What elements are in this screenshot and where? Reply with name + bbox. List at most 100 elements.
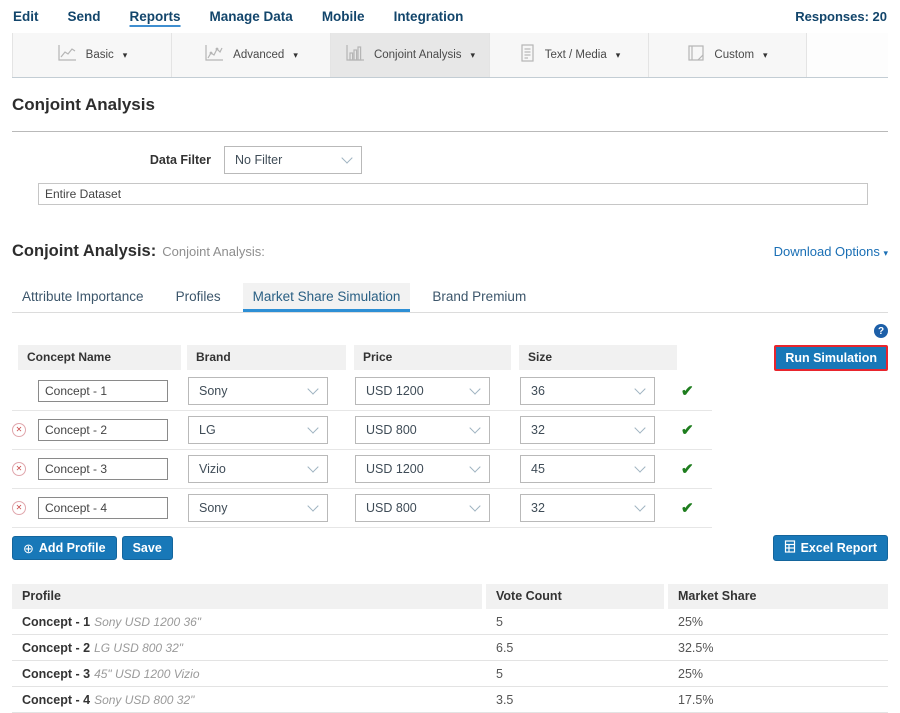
brand-select[interactable]: LG	[188, 416, 328, 444]
tab-brand-premium[interactable]: Brand Premium	[422, 283, 536, 312]
price-select[interactable]: USD 1200	[355, 455, 490, 483]
section-title: Conjoint Analysis:	[12, 242, 156, 261]
help-row: ?	[12, 324, 888, 338]
tab-market-share-simulation[interactable]: Market Share Simulation	[243, 283, 411, 312]
col-market-share: Market Share	[668, 584, 888, 609]
concept-name-input[interactable]	[38, 458, 168, 480]
responses-count: Responses: 20	[795, 9, 887, 24]
price-select[interactable]: USD 800	[355, 416, 490, 444]
brand-value: Vizio	[199, 462, 226, 476]
download-options-label: Download Options	[774, 244, 880, 259]
profile-desc: LG USD 800 32"	[94, 641, 183, 655]
results-header: Profile Vote Count Market Share	[12, 584, 888, 609]
chevron-down-icon: ▾	[883, 248, 888, 258]
profile-desc: Sony USD 800 32"	[94, 693, 194, 707]
excel-report-button[interactable]: Excel Report	[773, 535, 888, 561]
tab-profiles[interactable]: Profiles	[166, 283, 231, 312]
nav-mobile[interactable]: Mobile	[322, 9, 365, 24]
brand-select[interactable]: Vizio	[188, 455, 328, 483]
price-select[interactable]: USD 1200	[355, 377, 490, 405]
col-concept-name: Concept Name	[18, 345, 181, 370]
price-value: USD 800	[366, 423, 417, 437]
section-subtitle: Conjoint Analysis:	[162, 244, 265, 259]
size-value: 36	[531, 384, 545, 398]
chevron-down-icon	[469, 461, 480, 472]
toolbar-text-media[interactable]: Text / Media ▾	[489, 33, 648, 77]
vote-count-value: 6.5	[486, 641, 664, 655]
profile-name: Concept - 4	[22, 693, 90, 707]
toolbar-advanced-label: Advanced	[233, 49, 284, 61]
save-button[interactable]: Save	[122, 536, 173, 560]
brand-select[interactable]: Sony	[188, 494, 328, 522]
download-options-link[interactable]: Download Options ▾	[774, 244, 888, 259]
concept-name-input[interactable]	[38, 497, 168, 519]
add-profile-label: Add Profile	[39, 541, 106, 555]
price-select[interactable]: USD 800	[355, 494, 490, 522]
simulation-row: ✕ Vizio USD 1200 45 ✔	[12, 449, 712, 488]
col-brand: Brand	[187, 345, 346, 370]
brand-select[interactable]: Sony	[188, 377, 328, 405]
concept-name-input[interactable]	[38, 419, 168, 441]
chevron-down-icon: ▾	[123, 50, 128, 61]
layout-icon	[687, 44, 705, 67]
document-icon	[518, 44, 536, 67]
help-icon[interactable]: ?	[874, 324, 888, 338]
nav-integration[interactable]: Integration	[394, 9, 464, 24]
chevron-down-icon	[634, 422, 645, 433]
chevron-down-icon: ▾	[471, 50, 476, 61]
toolbar-basic[interactable]: Basic ▾	[12, 33, 171, 77]
data-filter-label: Data Filter	[12, 153, 224, 167]
chevron-down-icon: ▾	[293, 50, 298, 61]
toolbar-custom[interactable]: Custom ▾	[648, 33, 807, 77]
chevron-down-icon	[634, 500, 645, 511]
valid-check-icon: ✔	[681, 382, 694, 400]
valid-check-icon: ✔	[681, 499, 694, 517]
delete-row-icon[interactable]: ✕	[12, 423, 26, 437]
nav-reports[interactable]: Reports	[130, 9, 181, 24]
top-nav: Edit Send Reports Manage Data Mobile Int…	[0, 0, 900, 33]
chevron-down-icon	[634, 461, 645, 472]
size-select[interactable]: 32	[520, 416, 655, 444]
col-price: Price	[354, 345, 511, 370]
concept-name-input[interactable]	[38, 380, 168, 402]
run-simulation-button[interactable]: Run Simulation	[774, 345, 888, 371]
chevron-down-icon	[307, 461, 318, 472]
profile-desc: 45" USD 1200 Vizio	[94, 667, 199, 681]
excel-report-label: Excel Report	[801, 541, 877, 555]
action-buttons-row: ⊕ Add Profile Save Excel Report	[12, 535, 888, 561]
simulation-row: ✕ Sony USD 1200 36 ✔	[12, 371, 712, 410]
nav-edit[interactable]: Edit	[13, 9, 39, 24]
bar-chart-icon	[345, 44, 365, 67]
market-share-value: 32.5%	[668, 641, 888, 655]
toolbar-filler	[807, 33, 888, 77]
results-row: Concept - 4Sony USD 800 32" 3.5 17.5%	[12, 687, 888, 713]
delete-row-icon[interactable]: ✕	[12, 501, 26, 515]
data-filter-select[interactable]: No Filter	[224, 146, 362, 174]
price-value: USD 800	[366, 501, 417, 515]
col-vote-count: Vote Count	[486, 584, 664, 609]
add-profile-button[interactable]: ⊕ Add Profile	[12, 536, 117, 560]
price-value: USD 1200	[366, 384, 424, 398]
size-select[interactable]: 32	[520, 494, 655, 522]
chevron-down-icon	[469, 383, 480, 394]
toolbar-advanced[interactable]: Advanced ▾	[171, 33, 330, 77]
vote-count-value: 5	[486, 615, 664, 629]
chevron-down-icon	[469, 422, 480, 433]
results-row: Concept - 2LG USD 800 32" 6.5 32.5%	[12, 635, 888, 661]
nav-send[interactable]: Send	[68, 9, 101, 24]
chevron-down-icon	[341, 152, 352, 163]
simulation-table-header: Concept Name Brand Price Size Run Simula…	[12, 345, 888, 371]
chevron-down-icon	[307, 500, 318, 511]
delete-row-icon[interactable]: ✕	[12, 462, 26, 476]
line-chart-icon	[57, 44, 77, 67]
size-select[interactable]: 45	[520, 455, 655, 483]
nav-manage-data[interactable]: Manage Data	[210, 9, 293, 24]
toolbar-conjoint-analysis[interactable]: Conjoint Analysis ▾	[330, 33, 489, 77]
chevron-down-icon	[469, 500, 480, 511]
market-share-value: 25%	[668, 667, 888, 681]
dataset-input[interactable]	[38, 183, 868, 205]
data-filter-value: No Filter	[235, 153, 282, 167]
tab-attribute-importance[interactable]: Attribute Importance	[12, 283, 154, 312]
size-select[interactable]: 36	[520, 377, 655, 405]
data-filter-row: Data Filter No Filter	[12, 146, 888, 174]
